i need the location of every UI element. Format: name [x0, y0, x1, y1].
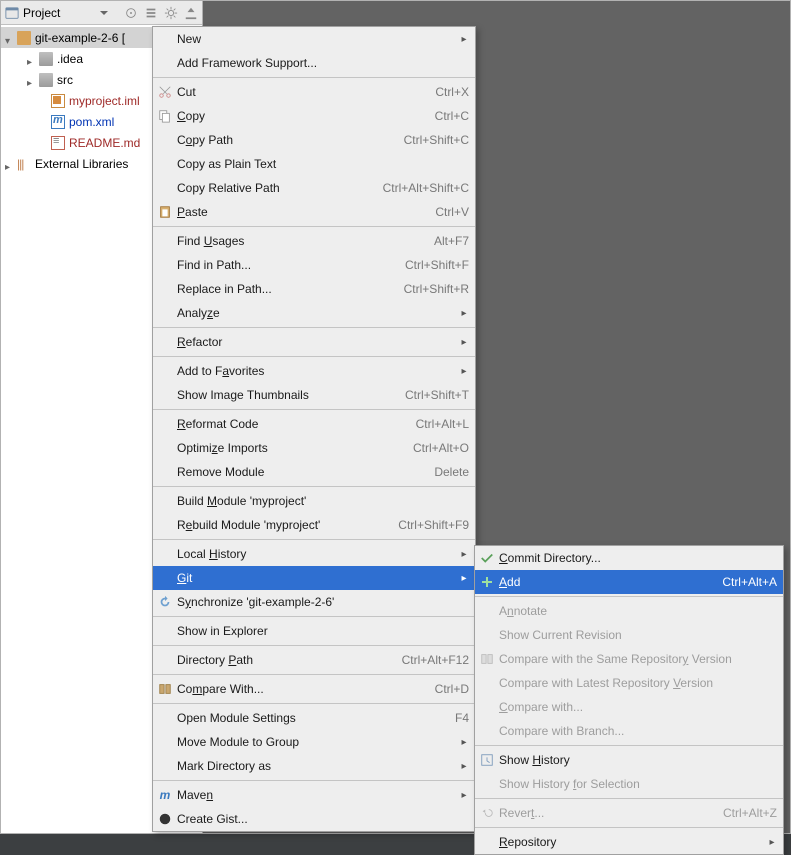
- views-dropdown-icon[interactable]: [100, 9, 108, 17]
- tree-label: src: [57, 73, 73, 87]
- menu-item-remove-module[interactable]: Remove ModuleDelete: [153, 460, 475, 484]
- menu-item-show-current-revision[interactable]: Show Current Revision: [475, 623, 783, 647]
- markdown-file-icon: [51, 136, 65, 150]
- menu-item-commit-directory[interactable]: Commit Directory...: [475, 546, 783, 570]
- separator: [153, 409, 475, 410]
- context-menu-project: New▸ Add Framework Support... CutCtrl+X …: [152, 26, 476, 832]
- menu-item-show-history-selection[interactable]: Show History for Selection: [475, 772, 783, 796]
- menu-item-paste[interactable]: PasteCtrl+V: [153, 200, 475, 224]
- menu-item-compare-with[interactable]: Compare With...Ctrl+D: [153, 677, 475, 701]
- menu-item-synchronize[interactable]: Synchronize 'git-example-2-6': [153, 590, 475, 614]
- separator: [153, 539, 475, 540]
- separator: [153, 356, 475, 357]
- gear-icon[interactable]: [164, 6, 178, 20]
- menu-item-annotate[interactable]: Annotate: [475, 599, 783, 623]
- expand-toggle-icon[interactable]: [27, 54, 37, 64]
- project-header-label[interactable]: Project: [23, 6, 60, 20]
- maven-file-icon: [51, 115, 65, 129]
- menu-item-compare-same[interactable]: Compare with the Same Repository Version: [475, 647, 783, 671]
- separator: [153, 780, 475, 781]
- menu-item-move-module[interactable]: Move Module to Group▸: [153, 730, 475, 754]
- separator: [475, 596, 783, 597]
- module-icon: [17, 31, 31, 45]
- separator: [475, 827, 783, 828]
- diff-icon: [479, 651, 495, 667]
- project-header: Project: [1, 1, 202, 25]
- menu-item-analyze[interactable]: Analyze▸: [153, 301, 475, 325]
- commit-icon: [479, 550, 495, 566]
- tree-label: git-example-2-6 [: [35, 31, 125, 45]
- maven-icon: m: [157, 787, 173, 803]
- menu-item-compare-branch[interactable]: Compare with Branch...: [475, 719, 783, 743]
- menu-item-reformat[interactable]: Reformat CodeCtrl+Alt+L: [153, 412, 475, 436]
- menu-item-find-in-path[interactable]: Find in Path...Ctrl+Shift+F: [153, 253, 475, 277]
- scissors-icon: [157, 84, 173, 100]
- menu-item-local-history[interactable]: Local History▸: [153, 542, 475, 566]
- separator: [153, 616, 475, 617]
- menu-item-build-module[interactable]: Build Module 'myproject': [153, 489, 475, 513]
- libraries-icon: [17, 157, 31, 171]
- separator: [153, 327, 475, 328]
- copy-icon: [157, 108, 173, 124]
- collapse-all-icon[interactable]: [144, 6, 158, 20]
- tree-label: pom.xml: [69, 115, 114, 129]
- separator: [153, 77, 475, 78]
- menu-item-copy-plain[interactable]: Copy as Plain Text: [153, 152, 475, 176]
- clipboard-icon: [157, 204, 173, 220]
- revert-icon: [479, 805, 495, 821]
- menu-item-refactor[interactable]: Refactor▸: [153, 330, 475, 354]
- separator: [153, 226, 475, 227]
- menu-item-optimize-imports[interactable]: Optimize ImportsCtrl+Alt+O: [153, 436, 475, 460]
- menu-item-open-module-settings[interactable]: Open Module SettingsF4: [153, 706, 475, 730]
- separator: [475, 745, 783, 746]
- separator: [475, 798, 783, 799]
- separator: [153, 645, 475, 646]
- menu-item-mark-directory[interactable]: Mark Directory as▸: [153, 754, 475, 778]
- expand-toggle-icon[interactable]: [27, 75, 37, 85]
- menu-item-new[interactable]: New▸: [153, 27, 475, 51]
- scroll-from-source-icon[interactable]: [124, 6, 138, 20]
- hide-icon[interactable]: [184, 6, 198, 20]
- project-view-icon: [5, 6, 19, 20]
- menu-item-directory-path[interactable]: Directory PathCtrl+Alt+F12: [153, 648, 475, 672]
- menu-item-show-history[interactable]: Show History: [475, 748, 783, 772]
- expand-toggle-icon[interactable]: [5, 33, 15, 43]
- menu-item-rebuild-module[interactable]: Rebuild Module 'myproject'Ctrl+Shift+F9: [153, 513, 475, 537]
- iml-file-icon: [51, 94, 65, 108]
- menu-item-copy-path[interactable]: Copy PathCtrl+Shift+C: [153, 128, 475, 152]
- menu-item-create-gist[interactable]: Create Gist...: [153, 807, 475, 831]
- expand-toggle-icon[interactable]: [5, 159, 15, 169]
- tree-label: myproject.iml: [69, 94, 140, 108]
- refresh-icon: [157, 594, 173, 610]
- github-icon: [157, 811, 173, 827]
- history-icon: [479, 752, 495, 768]
- header-toolbar: [124, 6, 198, 20]
- folder-icon: [39, 52, 53, 66]
- menu-item-add-favorites[interactable]: Add to Favorites▸: [153, 359, 475, 383]
- folder-icon: [39, 73, 53, 87]
- menu-item-revert[interactable]: Revert...Ctrl+Alt+Z: [475, 801, 783, 825]
- tree-label: External Libraries: [35, 157, 128, 171]
- tree-label: .idea: [57, 52, 83, 66]
- menu-item-cut[interactable]: CutCtrl+X: [153, 80, 475, 104]
- diff-icon: [157, 681, 173, 697]
- menu-item-maven[interactable]: mMaven▸: [153, 783, 475, 807]
- menu-item-add-framework[interactable]: Add Framework Support...: [153, 51, 475, 75]
- separator: [153, 674, 475, 675]
- menu-item-copy-relative[interactable]: Copy Relative PathCtrl+Alt+Shift+C: [153, 176, 475, 200]
- menu-item-replace-in-path[interactable]: Replace in Path...Ctrl+Shift+R: [153, 277, 475, 301]
- separator: [153, 486, 475, 487]
- menu-item-show-explorer[interactable]: Show in Explorer: [153, 619, 475, 643]
- menu-item-thumbnails[interactable]: Show Image ThumbnailsCtrl+Shift+T: [153, 383, 475, 407]
- menu-item-git-add[interactable]: AddCtrl+Alt+A: [475, 570, 783, 594]
- menu-item-compare-with[interactable]: Compare with...: [475, 695, 783, 719]
- separator: [153, 703, 475, 704]
- menu-item-compare-latest[interactable]: Compare with Latest Repository Version: [475, 671, 783, 695]
- menu-item-copy[interactable]: CopyCtrl+C: [153, 104, 475, 128]
- plus-icon: [479, 574, 495, 590]
- context-menu-git: Commit Directory... AddCtrl+Alt+A Annota…: [474, 545, 784, 855]
- menu-item-git[interactable]: Git▸: [153, 566, 475, 590]
- menu-item-find-usages[interactable]: Find UsagesAlt+F7: [153, 229, 475, 253]
- tree-label: README.md: [69, 136, 140, 150]
